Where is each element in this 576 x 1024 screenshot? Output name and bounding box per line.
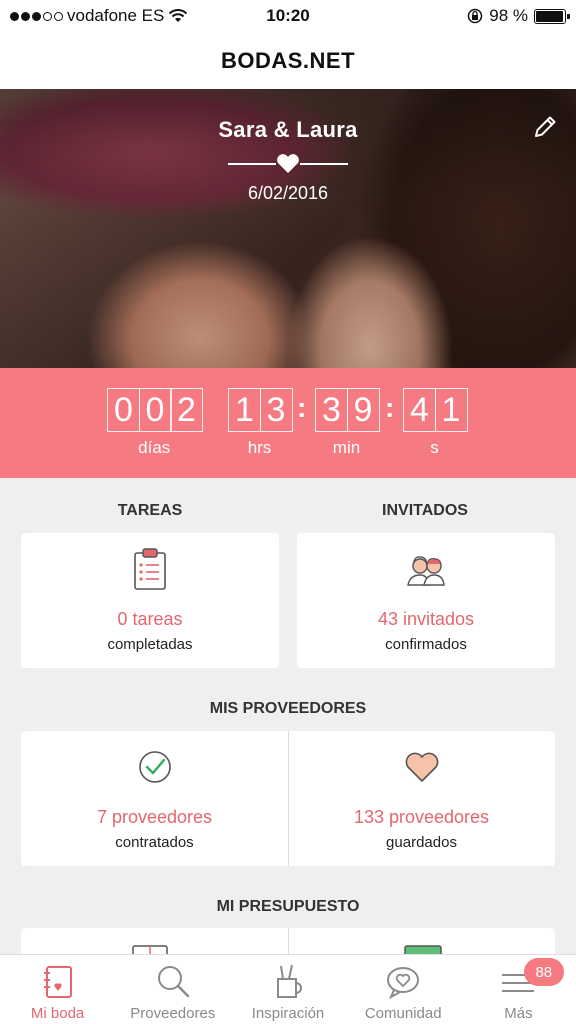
carrier-name: vodafone ES	[67, 6, 165, 25]
countdown-separator: :	[385, 392, 395, 423]
providers-saved[interactable]: 133 proveedores guardados	[288, 731, 555, 866]
wifi-icon	[169, 9, 188, 22]
tasks-subtitle: completadas	[107, 636, 193, 653]
battery-group: 98 %	[467, 6, 570, 26]
notebook-icon	[43, 966, 72, 998]
providers-card: 7 proveedores contratados 133 proveedore…	[21, 731, 555, 866]
search-icon	[157, 966, 189, 998]
tab-inspiracion[interactable]: Inspiración	[230, 955, 345, 1024]
couple-names: Sara & Laura	[218, 117, 358, 142]
battery-percent: 98 %	[489, 6, 528, 25]
check-circle-icon	[138, 751, 171, 783]
app-header: BODAS.NET	[0, 32, 576, 89]
wedding-date: 6/02/2016	[247, 183, 329, 203]
countdown-minutes: 3 9 min	[315, 388, 380, 458]
heart-divider-icon	[228, 154, 348, 173]
tab-comunidad[interactable]: Comunidad	[346, 955, 461, 1024]
guests-card[interactable]: 43 invitados confirmados	[297, 533, 555, 668]
tab-label: Inspiración	[251, 1005, 325, 1022]
guests-section-title: INVITADOS	[382, 502, 468, 519]
providers-saved-count: 133 proveedores	[353, 807, 490, 827]
countdown-minutes-label: min	[332, 438, 361, 457]
countdown-hours-label: hrs	[247, 438, 272, 457]
signal-icon	[10, 11, 63, 21]
countdown-digit: 1	[434, 388, 468, 432]
countdown-digit: 3	[259, 388, 293, 432]
tab-label: Comunidad	[364, 1005, 442, 1022]
tab-mi-boda[interactable]: Mi boda	[0, 955, 115, 1024]
battery-icon	[534, 8, 570, 24]
providers-hired-count: 7 proveedores	[96, 807, 213, 827]
couple-photo: Sara & Laura 6/02/2016	[0, 89, 576, 368]
budget-section-title: MI PRESUPUESTO	[216, 898, 360, 915]
countdown-banner: 0 0 2 días 1 3 hrs : 3 9 min : 4 1 s	[0, 368, 576, 478]
notification-badge: 88	[523, 958, 564, 986]
tab-label: Más	[504, 1005, 533, 1022]
carrier-group: vodafone ES	[10, 6, 188, 26]
countdown-digit: 9	[346, 388, 380, 432]
guests-people-icon	[407, 556, 445, 586]
providers-saved-subtitle: guardados	[386, 834, 457, 851]
guests-count: 43 invitados	[377, 609, 475, 629]
countdown-digit: 0	[107, 388, 140, 432]
countdown-days-label: días	[138, 438, 171, 457]
tab-label: Proveedores	[130, 1005, 216, 1022]
countdown-seconds-label: s	[430, 438, 439, 457]
brushes-icon	[277, 964, 302, 998]
heart-icon	[405, 752, 438, 782]
countdown-digit: 4	[403, 388, 436, 432]
providers-hired-subtitle: contratados	[115, 834, 194, 851]
countdown-digit: 1	[228, 388, 261, 432]
providers-section-title: MIS PROVEEDORES	[209, 700, 367, 717]
tab-bar: Mi boda Proveedores Inspiración Comunida…	[0, 954, 576, 1024]
edit-pencil-icon[interactable]	[532, 114, 558, 140]
countdown-separator: :	[297, 392, 307, 423]
tab-proveedores[interactable]: Proveedores	[115, 955, 230, 1024]
rotation-lock-icon	[468, 8, 483, 24]
status-bar: vodafone ES 10:20 98 %	[0, 0, 576, 32]
tab-label: Mi boda	[30, 1005, 85, 1022]
countdown-seconds: 4 1 s	[403, 388, 468, 458]
countdown-digit: 3	[315, 388, 348, 432]
clipboard-checklist-icon	[134, 548, 166, 590]
tab-mas[interactable]: Más 88	[461, 955, 576, 1024]
tasks-card[interactable]: 0 tareas completadas	[21, 533, 279, 668]
app-title: BODAS.NET	[220, 47, 356, 73]
providers-hired[interactable]: 7 proveedores contratados	[21, 731, 288, 866]
countdown-digit: 0	[138, 388, 172, 432]
countdown-hours: 1 3 hrs	[228, 388, 293, 458]
tasks-count: 0 tareas	[117, 609, 183, 629]
countdown-days: 0 0 2 días	[107, 388, 203, 458]
guests-subtitle: confirmados	[385, 636, 467, 653]
countdown-digit: 2	[170, 388, 203, 432]
chat-heart-icon	[387, 967, 420, 1000]
tasks-section-title: TAREAS	[117, 502, 183, 519]
